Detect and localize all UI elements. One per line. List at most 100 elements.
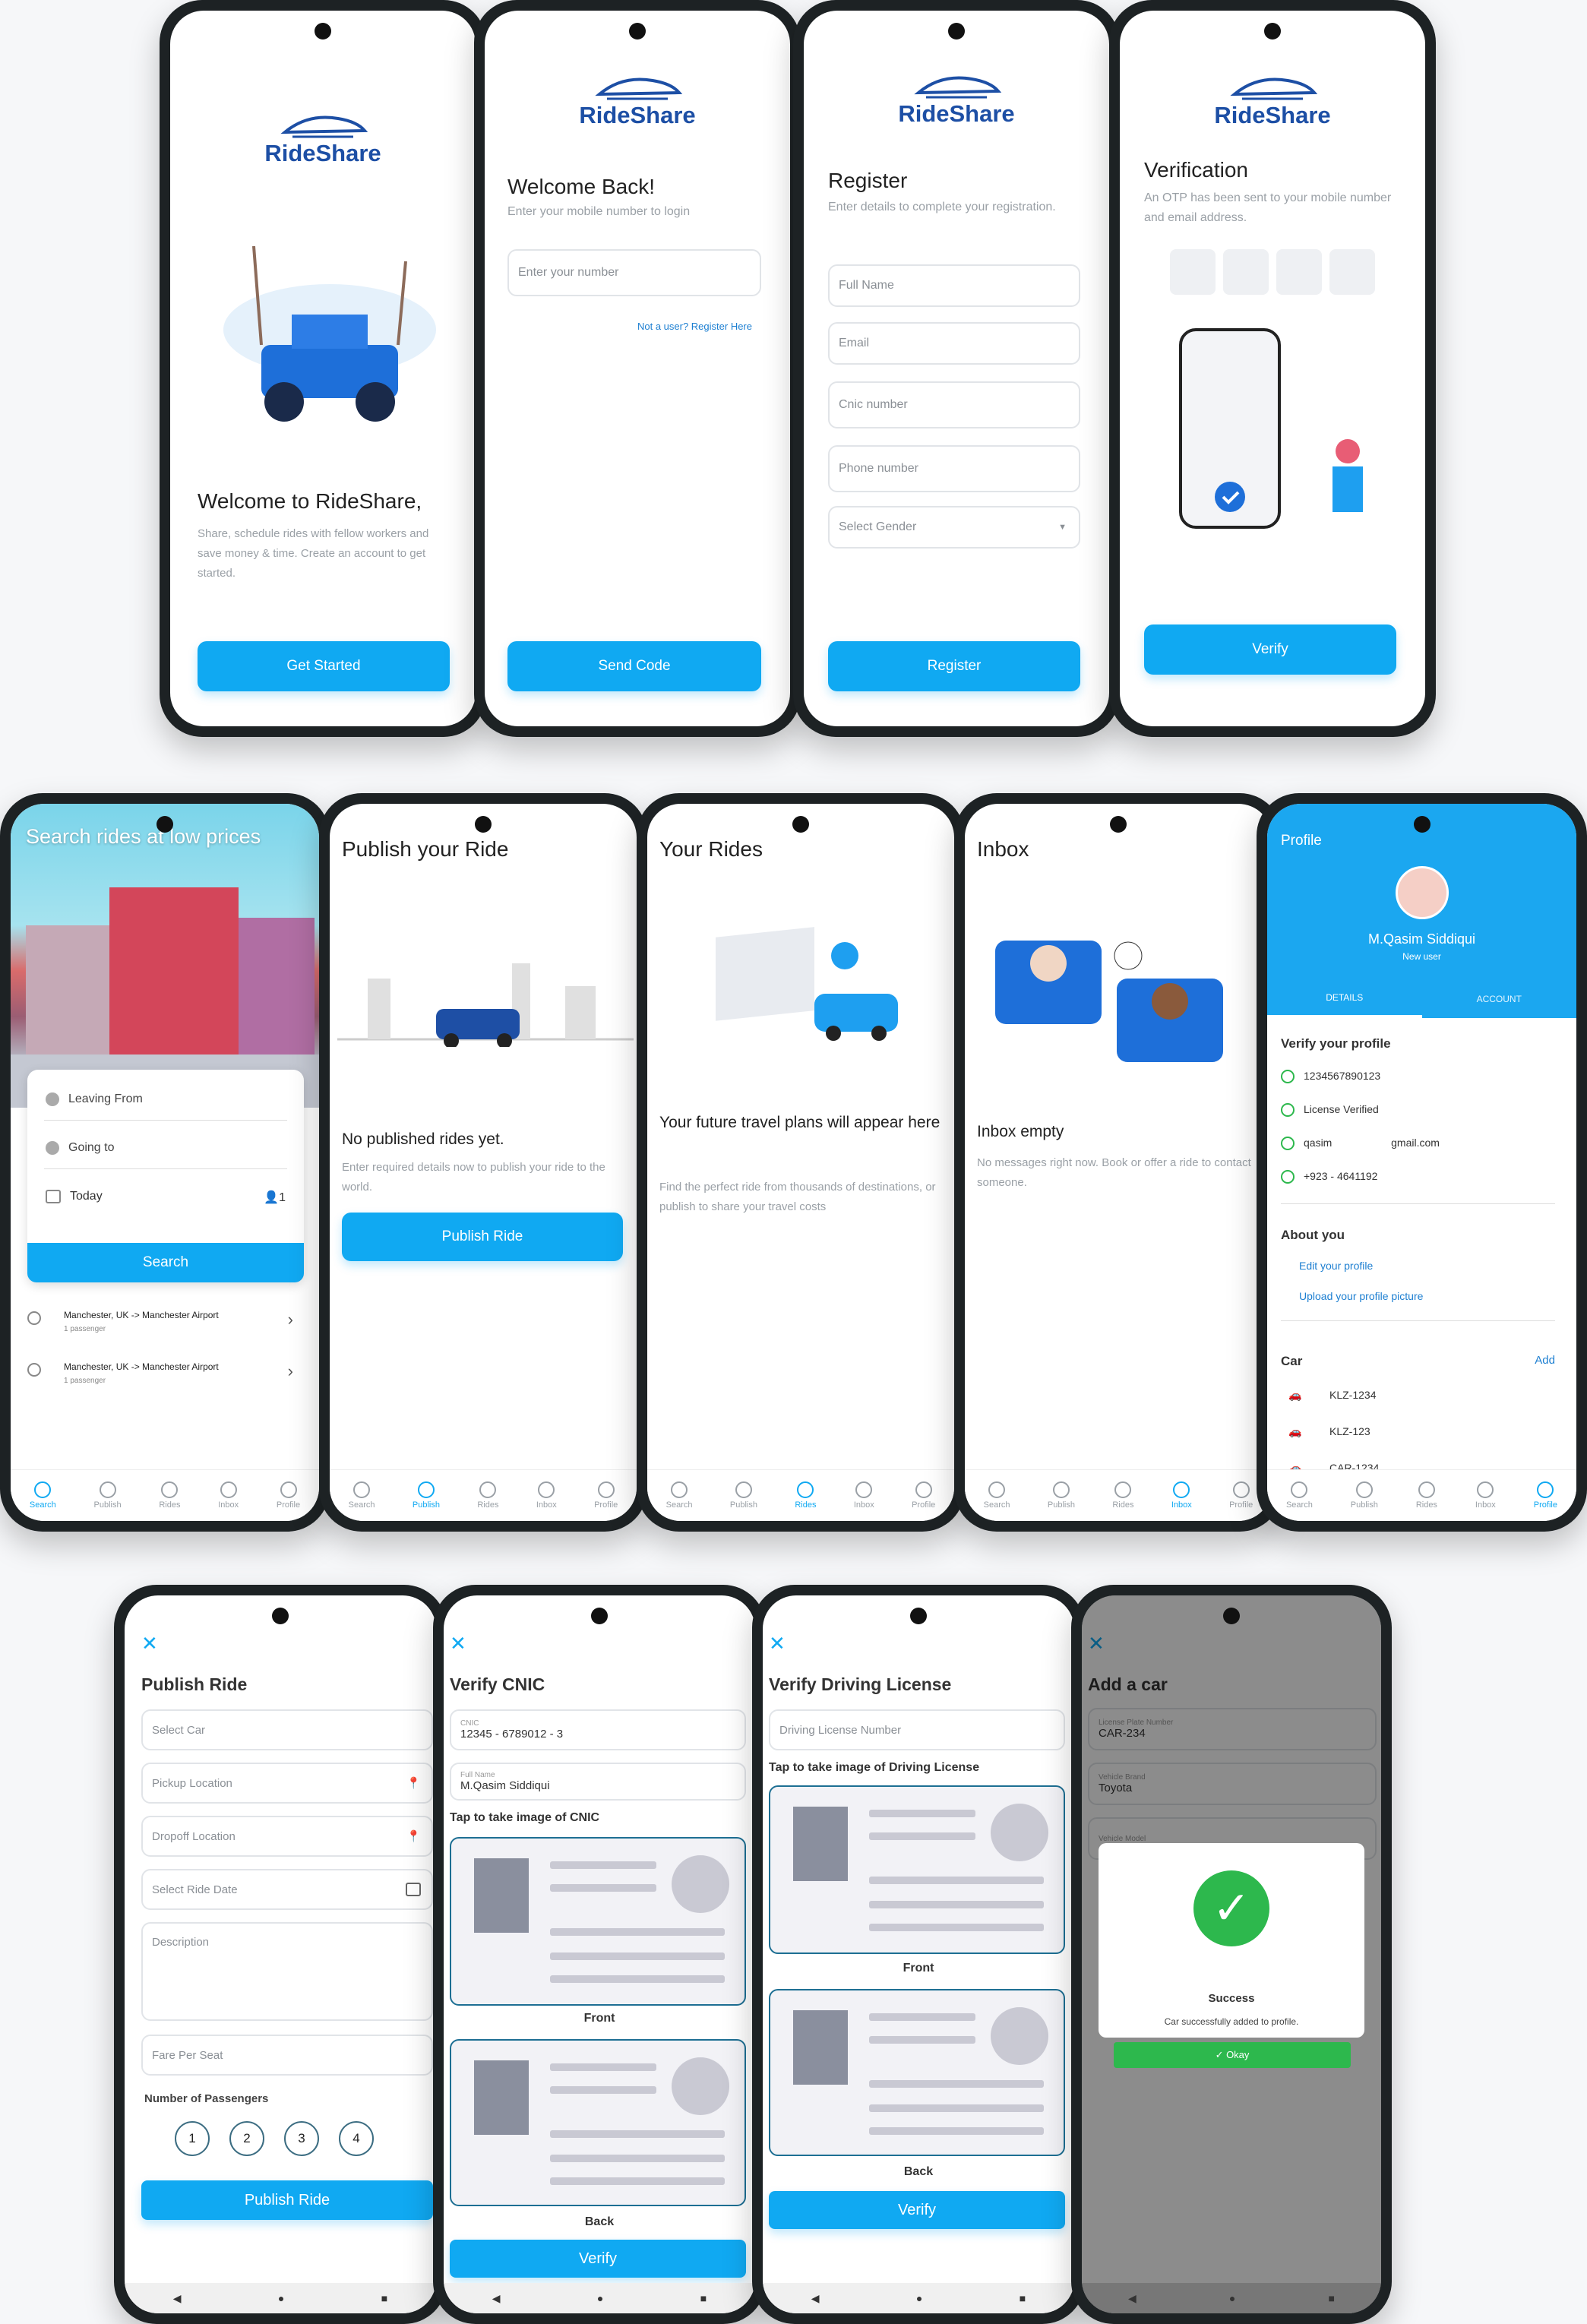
date-field[interactable]: Today (46, 1190, 103, 1203)
upload-picture-link[interactable]: Upload your profile picture (1299, 1290, 1423, 1302)
home-icon[interactable]: ● (916, 2292, 922, 2304)
nav-profile[interactable]: Profile (1229, 1481, 1253, 1510)
verify-button[interactable]: Verify (769, 2191, 1065, 2229)
nav-publish[interactable]: Publish (413, 1481, 440, 1510)
nav-publish[interactable]: Publish (1048, 1481, 1075, 1510)
register-button[interactable]: Register (828, 641, 1080, 691)
nav-search[interactable]: Search (349, 1481, 375, 1510)
search-button[interactable]: Search (27, 1243, 304, 1282)
email-input[interactable]: Email (828, 322, 1080, 365)
search-screen: Search rides at low prices Leaving From … (11, 804, 319, 1521)
verify-button[interactable]: Verify (450, 2240, 746, 2278)
passenger-count-field[interactable]: 👤1 (264, 1190, 286, 1205)
back-icon[interactable]: ◀ (1128, 2292, 1137, 2305)
cnic-front-upload[interactable] (450, 1837, 746, 2006)
close-icon[interactable]: ✕ (769, 1632, 786, 1655)
publish-ride-button[interactable]: Publish Ride (141, 2180, 433, 2220)
passenger-option[interactable]: 4 (339, 2121, 374, 2156)
car-item[interactable]: 🚗 KLZ-1234 (1288, 1389, 1376, 1402)
nav-publish[interactable]: Publish (730, 1481, 757, 1510)
full-name-input[interactable]: Full Name M.Qasim Siddiqui (450, 1763, 746, 1801)
car-item[interactable]: 🚗 KLZ-123 (1288, 1425, 1370, 1438)
nav-publish[interactable]: Publish (1351, 1481, 1378, 1510)
nav-profile[interactable]: Profile (277, 1481, 300, 1510)
phone-inbox: Inbox Inbox empty No messages right now.… (954, 793, 1282, 1532)
nav-search[interactable]: Search (984, 1481, 1010, 1510)
cnic-back-upload[interactable] (450, 2039, 746, 2206)
nav-publish[interactable]: Publish (94, 1481, 122, 1510)
back-icon[interactable]: ◀ (811, 2292, 820, 2305)
phone-input[interactable]: Phone number (828, 445, 1080, 492)
back-icon[interactable]: ◀ (173, 2292, 182, 2305)
going-to-field[interactable]: Going to (46, 1141, 114, 1155)
description-input[interactable]: Description (141, 1922, 433, 2021)
passenger-option[interactable]: 1 (175, 2121, 210, 2156)
bottom-nav: Search Publish Rides Inbox Profile (647, 1469, 954, 1521)
profile-name: M.Qasim Siddiqui (1367, 931, 1476, 947)
phone-number-input[interactable]: Enter your number (507, 249, 761, 296)
recents-icon[interactable]: ■ (700, 2292, 707, 2304)
home-icon[interactable]: ● (1229, 2292, 1235, 2304)
cnic-input[interactable]: Cnic number (828, 381, 1080, 428)
passenger-option[interactable]: 2 (229, 2121, 264, 2156)
verify-button[interactable]: Verify (1144, 624, 1396, 675)
close-icon[interactable]: ✕ (141, 1632, 158, 1655)
license-back-upload[interactable] (769, 1989, 1065, 2156)
leaving-from-field[interactable]: Leaving From (46, 1092, 143, 1106)
otp-digit[interactable] (1170, 249, 1216, 295)
dropoff-location-input[interactable]: Dropoff Location 📍 (141, 1816, 433, 1857)
camera-notch (1413, 816, 1431, 833)
plus-circle-icon (1355, 1481, 1373, 1498)
home-icon[interactable]: ● (278, 2292, 284, 2304)
recents-icon[interactable]: ■ (1020, 2292, 1026, 2304)
home-icon[interactable]: ● (597, 2292, 603, 2304)
nav-inbox[interactable]: Inbox (1171, 1481, 1192, 1510)
publish-ride-button[interactable]: Publish Ride (342, 1213, 623, 1261)
chevron-right-icon: › (287, 1361, 293, 1380)
nav-rides[interactable]: Rides (477, 1481, 498, 1510)
nav-rides[interactable]: Rides (159, 1481, 180, 1510)
nav-inbox[interactable]: Inbox (218, 1481, 239, 1510)
cnic-number-input[interactable]: CNIC 12345 - 6789012 - 3 (450, 1709, 746, 1750)
get-started-button[interactable]: Get Started (198, 641, 450, 691)
license-front-upload[interactable] (769, 1785, 1065, 1954)
pickup-location-input[interactable]: Pickup Location 📍 (141, 1763, 433, 1804)
ride-date-input[interactable]: Select Ride Date (141, 1869, 433, 1910)
otp-digit[interactable] (1276, 249, 1322, 295)
nav-profile[interactable]: Profile (1534, 1481, 1557, 1510)
nav-profile[interactable]: Profile (912, 1481, 935, 1510)
recent-search-item[interactable]: Manchester, UK -> Manchester Airport 1 p… (27, 1310, 308, 1333)
register-link[interactable]: Not a user? Register Here (637, 321, 752, 332)
gender-select[interactable]: Select Gender ▼ (828, 506, 1080, 549)
nav-rides[interactable]: Rides (1416, 1481, 1437, 1510)
nav-rides[interactable]: Rides (795, 1481, 816, 1510)
okay-button[interactable]: ✓ Okay (1114, 2042, 1351, 2068)
login-screen: RideShare Welcome Back! Enter your mobil… (485, 11, 790, 726)
nav-inbox[interactable]: Inbox (536, 1481, 557, 1510)
nav-search[interactable]: Search (30, 1481, 56, 1510)
full-name-input[interactable]: Full Name (828, 264, 1080, 307)
otp-digit[interactable] (1223, 249, 1269, 295)
back-icon[interactable]: ◀ (492, 2292, 501, 2305)
close-icon[interactable]: ✕ (450, 1632, 466, 1655)
recents-icon[interactable]: ■ (1328, 2292, 1334, 2304)
add-car-link[interactable]: Add (1535, 1354, 1555, 1367)
passenger-option[interactable]: 3 (284, 2121, 319, 2156)
nav-rides[interactable]: Rides (1112, 1481, 1133, 1510)
fare-input[interactable]: Fare Per Seat (141, 2035, 433, 2076)
nav-profile[interactable]: Profile (594, 1481, 618, 1510)
select-car-input[interactable]: Select Car (141, 1709, 433, 1750)
edit-profile-link[interactable]: Edit your profile (1299, 1260, 1373, 1272)
tab-details[interactable]: DETAILS (1267, 980, 1422, 1018)
otp-digit[interactable] (1329, 249, 1375, 295)
recents-icon[interactable]: ■ (381, 2292, 387, 2304)
nav-inbox[interactable]: Inbox (854, 1481, 874, 1510)
nav-search[interactable]: Search (666, 1481, 693, 1510)
send-code-button[interactable]: Send Code (507, 641, 761, 691)
license-number-input[interactable]: Driving License Number (769, 1709, 1065, 1750)
nav-search[interactable]: Search (1286, 1481, 1313, 1510)
leaving-from-label: Leaving From (68, 1092, 143, 1105)
recent-search-item[interactable]: Manchester, UK -> Manchester Airport 1 p… (27, 1361, 308, 1385)
tab-account[interactable]: ACCOUNT (1422, 980, 1577, 1018)
nav-inbox[interactable]: Inbox (1475, 1481, 1496, 1510)
